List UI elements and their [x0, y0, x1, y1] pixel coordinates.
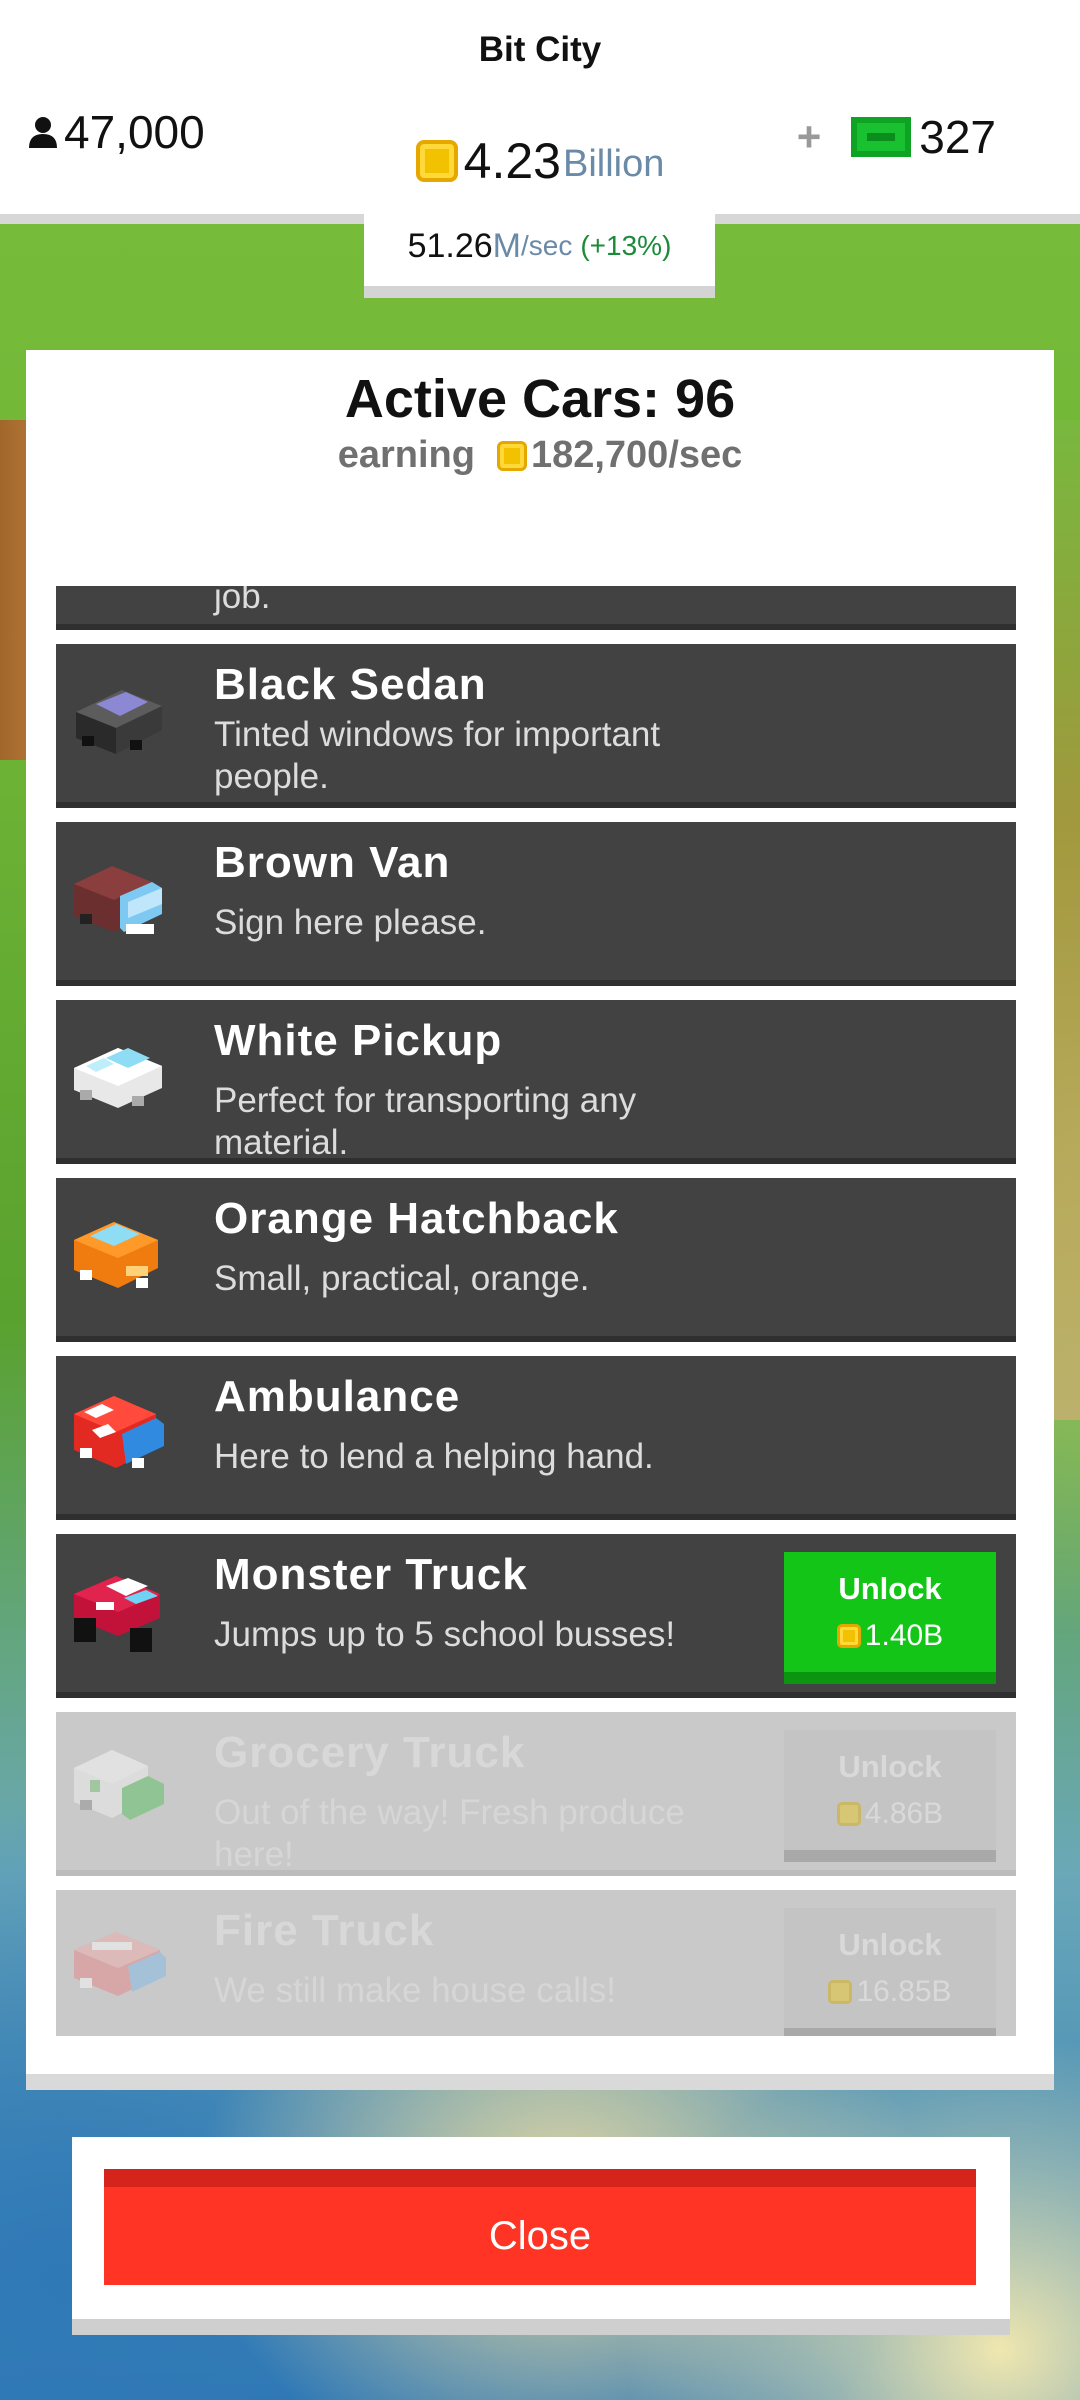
coin-icon — [836, 1802, 861, 1826]
close-button[interactable]: Close — [104, 2169, 976, 2285]
car-description: Perfect for transporting any material. — [214, 1081, 637, 1162]
active-cars-panel: Active Cars: 96 earning 182,700/sec job.… — [26, 350, 1054, 2090]
buy-cash-button[interactable]: + — [797, 113, 822, 161]
unlock-price: 1.40B — [836, 1619, 944, 1653]
brown-van-icon — [74, 866, 162, 934]
list-item[interactable]: Grocery Truck Out of the way! Fresh prod… — [56, 1712, 1016, 1876]
car-description: Small, practical, orange. — [214, 1259, 590, 1298]
list-item[interactable]: Ambulance Here to lend a helping hand. — [56, 1356, 1016, 1520]
rate-change: (+13%) — [580, 230, 672, 261]
cash-display: + 327 — [797, 110, 996, 164]
close-container: Close — [72, 2137, 1010, 2335]
rate-per-sec: /sec — [521, 230, 573, 261]
car-name: Orange Hatchback — [214, 1194, 619, 1243]
car-description: Sign here please. — [214, 903, 487, 942]
earning-value: 182,700/sec — [530, 434, 743, 476]
unlock-fire-truck-button[interactable]: Unlock 16.85B — [784, 1908, 996, 2036]
unlock-price: 16.85B — [828, 1975, 952, 2009]
unlock-price: 4.86B — [836, 1797, 944, 1831]
ambulance-icon — [74, 1396, 164, 1468]
price-value: 1.40B — [864, 1619, 944, 1652]
car-name: Monster Truck — [214, 1550, 528, 1599]
price-value: 4.86B — [864, 1797, 944, 1830]
coins-unit: Billion — [562, 143, 665, 185]
unlock-grocery-truck-button[interactable]: Unlock 4.86B — [784, 1730, 996, 1862]
earning-line: earning 182,700/sec — [26, 434, 1054, 477]
unlock-label: Unlock — [838, 1749, 942, 1784]
list-item[interactable]: Black Sedan Tinted windows for important… — [56, 644, 1016, 808]
monster-truck-icon — [74, 1576, 160, 1652]
rate-unit: M — [492, 226, 521, 265]
unlock-monster-truck-button[interactable]: Unlock 1.40B — [784, 1552, 996, 1684]
coins-value: 4.23 — [463, 133, 561, 189]
car-description: job. — [214, 586, 271, 616]
background-terrain-right — [1050, 420, 1080, 1420]
panel-title: Active Cars: 96 — [344, 369, 736, 429]
car-description: Tinted windows for important people. — [214, 715, 661, 796]
coin-icon — [836, 1624, 861, 1648]
grocery-truck-icon — [74, 1750, 164, 1820]
list-item[interactable]: Monster Truck Jumps up to 5 school busse… — [56, 1534, 1016, 1698]
price-value: 16.85B — [856, 1975, 952, 2008]
list-item[interactable]: job. — [56, 586, 1016, 630]
car-name: Black Sedan — [214, 660, 487, 709]
coin-icon — [828, 1980, 853, 2004]
car-name: Grocery Truck — [214, 1728, 526, 1777]
list-item[interactable]: Fire Truck We still make house calls! Un… — [56, 1890, 1016, 2036]
car-name: Ambulance — [214, 1372, 461, 1421]
black-sedan-icon — [76, 690, 162, 754]
rate-value: 51.26 — [407, 226, 493, 265]
car-name: Brown Van — [214, 838, 451, 887]
earning-label: earning — [337, 434, 475, 476]
white-pickup-icon — [74, 1048, 162, 1108]
income-rate-tab: 51.26 M /sec (+13%) — [364, 214, 715, 298]
coin-icon — [415, 140, 458, 182]
cash-icon — [851, 117, 912, 157]
car-description: Here to lend a helping hand. — [214, 1437, 654, 1476]
coin-icon — [496, 440, 527, 471]
list-item[interactable]: Brown Van Sign here please. — [56, 822, 1016, 986]
car-description: Jumps up to 5 school busses! — [214, 1615, 676, 1654]
car-list[interactable]: job. Black Sedan Tinted windows for impo… — [56, 586, 1016, 2036]
unlock-label: Unlock — [838, 1571, 942, 1606]
orange-hatchback-icon — [74, 1222, 158, 1288]
car-description: We still make house calls! — [214, 1971, 617, 2010]
list-item[interactable]: Orange Hatchback Small, practical, orang… — [56, 1178, 1016, 1342]
city-name: Bit City — [478, 30, 602, 69]
cash-value: 327 — [919, 111, 996, 163]
unlock-label: Unlock — [838, 1927, 942, 1962]
car-description: Out of the way! Fresh produce here! — [214, 1793, 685, 1874]
car-name: Fire Truck — [214, 1906, 435, 1955]
top-bar: Bit City 47,000 4.23 Billion + 327 — [0, 0, 1080, 224]
car-name: White Pickup — [214, 1016, 503, 1065]
fire-truck-icon — [74, 1932, 166, 1996]
list-item[interactable]: White Pickup Perfect for transporting an… — [56, 1000, 1016, 1164]
